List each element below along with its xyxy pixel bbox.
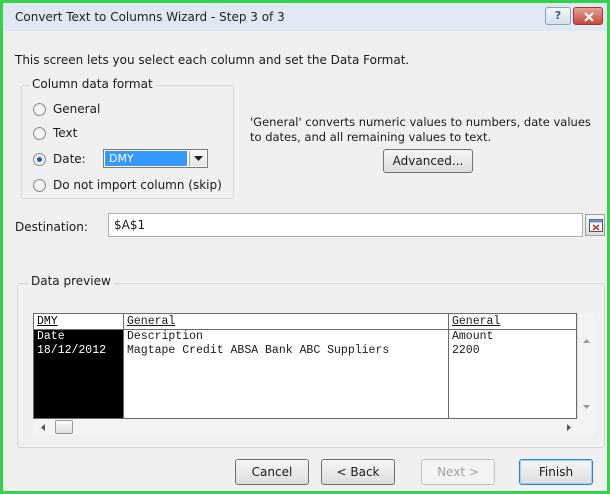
- radio-general-circle[interactable]: [33, 102, 46, 116]
- scroll-left-icon[interactable]: [41, 424, 45, 431]
- preview-column-1[interactable]: DMY Date 18/12/2012: [34, 314, 124, 418]
- radio-general[interactable]: General: [33, 101, 100, 117]
- column-header[interactable]: General: [124, 314, 448, 330]
- radio-date-circle[interactable]: [33, 152, 46, 166]
- general-format-note: 'General' converts numeric values to num…: [250, 115, 591, 144]
- date-format-select[interactable]: DMY: [103, 149, 208, 168]
- preview-cell: Magtape Credit ABSA Bank ABC Suppliers: [127, 344, 390, 357]
- help-button[interactable]: ?: [545, 7, 571, 25]
- close-icon: [584, 12, 594, 22]
- collapse-dialog-button[interactable]: [585, 214, 605, 236]
- vertical-scrollbar[interactable]: [577, 313, 594, 419]
- preview-column-2[interactable]: General Description Magtape Credit ABSA …: [124, 314, 449, 418]
- scroll-up-icon[interactable]: [583, 339, 590, 343]
- radio-skip[interactable]: Do not import column (skip): [33, 177, 222, 193]
- intro-text: This screen lets you select each column …: [15, 53, 410, 67]
- next-button[interactable]: Next >: [421, 459, 495, 485]
- finish-button[interactable]: Finish: [519, 459, 593, 485]
- title-bar: Convert Text to Columns Wizard - Step 3 …: [3, 3, 607, 31]
- radio-text[interactable]: Text: [33, 125, 77, 141]
- preview-cell: 2200: [452, 344, 480, 357]
- scroll-down-icon[interactable]: [583, 405, 590, 409]
- cancel-button[interactable]: Cancel: [235, 459, 309, 485]
- scroll-thumb[interactable]: [55, 420, 73, 434]
- wizard-dialog: Convert Text to Columns Wizard - Step 3 …: [0, 0, 610, 494]
- chevron-down-icon: [194, 156, 203, 161]
- radio-date[interactable]: Date:: [33, 151, 86, 167]
- destination-input[interactable]: $A$1: [108, 213, 583, 237]
- close-button[interactable]: [573, 7, 603, 25]
- preview-cell: 18/12/2012: [37, 344, 107, 357]
- radio-skip-label: Do not import column (skip): [53, 178, 222, 192]
- dialog-title: Convert Text to Columns Wizard - Step 3 …: [15, 10, 285, 24]
- back-button[interactable]: < Back: [321, 459, 395, 485]
- preview-cell: Amount: [452, 330, 494, 343]
- scroll-right-icon[interactable]: [567, 424, 571, 431]
- date-format-dropdown[interactable]: [189, 151, 206, 166]
- range-select-icon: [589, 219, 603, 232]
- data-preview-grid[interactable]: DMY Date 18/12/2012 General Description …: [33, 313, 577, 419]
- horizontal-scrollbar[interactable]: [33, 419, 594, 436]
- radio-date-label: Date:: [53, 152, 86, 166]
- radio-text-circle[interactable]: [33, 126, 46, 140]
- column-format-legend: Column data format: [29, 77, 156, 91]
- radio-text-label: Text: [53, 126, 78, 140]
- column-header[interactable]: DMY: [34, 314, 123, 330]
- destination-label: Destination:: [15, 220, 88, 234]
- radio-general-label: General: [53, 102, 101, 116]
- date-format-value: DMY: [105, 151, 187, 166]
- column-header[interactable]: General: [449, 314, 576, 330]
- data-preview-legend: Data preview: [28, 274, 114, 288]
- radio-skip-circle[interactable]: [33, 178, 46, 192]
- advanced-button[interactable]: Advanced...: [383, 149, 473, 173]
- preview-cell: Date: [37, 330, 65, 343]
- preview-column-3[interactable]: General Amount 2200: [449, 314, 576, 418]
- preview-cell: Description: [127, 330, 203, 343]
